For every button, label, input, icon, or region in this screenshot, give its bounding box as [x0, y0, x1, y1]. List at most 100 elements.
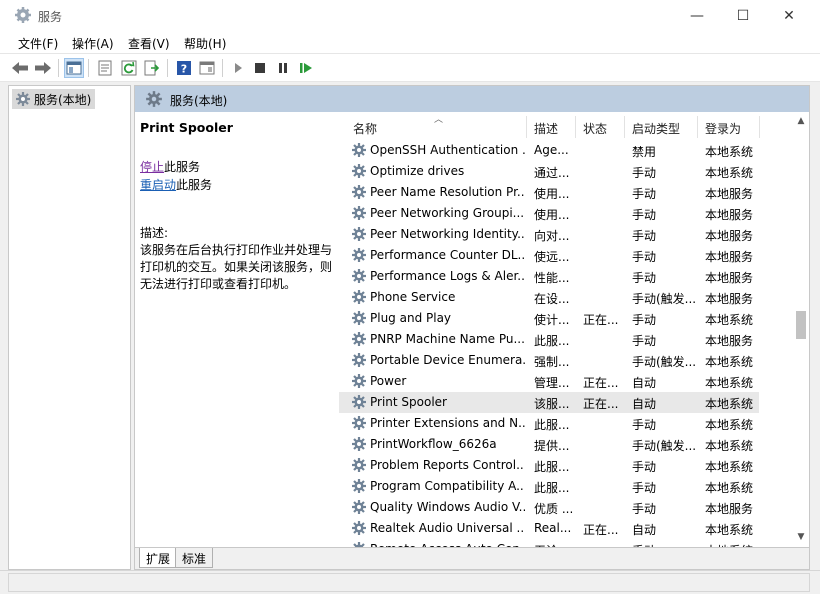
table-row[interactable]: Performance Logs & Aler... 性能... 手动 本地服务	[339, 266, 759, 287]
service-desc-cell: 优质 ...	[534, 502, 574, 516]
forward-arrow-icon[interactable]	[33, 58, 53, 78]
service-logon-cell: 本地系统	[705, 439, 754, 453]
restart-service-icon[interactable]	[296, 58, 316, 78]
export-list-icon[interactable]	[142, 58, 162, 78]
scroll-thumb[interactable]	[796, 311, 806, 339]
service-desc-cell: 在设...	[534, 292, 570, 306]
table-row[interactable]: Program Compatibility A... 此服... 手动 本地系统	[339, 476, 759, 497]
table-row[interactable]: Printer Extensions and N... 此服... 手动 本地系统	[339, 413, 759, 434]
column-header-startup[interactable]: 启动类型	[632, 120, 680, 137]
table-row[interactable]: Power 管理... 正在... 自动 本地系统	[339, 371, 759, 392]
service-gear-icon	[351, 478, 367, 494]
column-divider[interactable]	[526, 116, 527, 138]
scroll-down-icon[interactable]: ▼	[795, 531, 807, 543]
table-row[interactable]: Portable Device Enumera... 强制... 手动(触发... 本…	[339, 350, 759, 371]
table-row[interactable]: OpenSSH Authentication ... Age... 禁用 本地系统	[339, 140, 759, 161]
service-name-cell: Peer Name Resolution Pr...	[370, 185, 525, 199]
back-arrow-icon[interactable]	[10, 58, 30, 78]
table-row[interactable]: Optimize drives 通过... 手动 本地系统	[339, 161, 759, 182]
refresh-icon[interactable]	[119, 58, 139, 78]
service-logon-cell: 本地服务	[705, 250, 754, 264]
service-logon-cell: 本地系统	[705, 481, 754, 495]
maximize-button[interactable]: ☐	[720, 0, 766, 31]
service-desc-cell: 使用...	[534, 187, 570, 201]
service-desc-cell: 此服...	[534, 334, 570, 348]
tab-extended[interactable]: 扩展	[139, 548, 178, 568]
column-divider[interactable]	[624, 116, 625, 138]
service-logon-cell: 本地服务	[705, 292, 754, 306]
service-logon-cell: 本地系统	[705, 145, 754, 159]
pause-service-icon[interactable]	[273, 58, 293, 78]
close-button[interactable]: ✕	[766, 0, 812, 31]
service-startup-cell: 手动(触发...	[632, 439, 697, 453]
minimize-button[interactable]: —	[674, 0, 720, 31]
service-gear-icon	[351, 394, 367, 410]
service-startup-cell: 手动	[632, 334, 657, 348]
service-startup-cell: 手动(触发...	[632, 355, 697, 369]
column-divider[interactable]	[697, 116, 698, 138]
table-row[interactable]: Plug and Play 使计... 正在... 手动 本地系统	[339, 308, 759, 329]
sort-ascending-icon: ︿	[434, 115, 444, 125]
service-startup-cell: 手动	[632, 481, 657, 495]
table-row[interactable]: Performance Counter DL... 使远... 手动 本地服务	[339, 245, 759, 266]
column-header-name[interactable]: 名称	[353, 120, 377, 137]
service-desc-cell: 强制...	[534, 355, 570, 369]
column-header-logon[interactable]: 登录为	[705, 120, 741, 137]
table-row[interactable]: Peer Networking Identity... 向对... 手动 本地服务	[339, 224, 759, 245]
services-panel: 服务(本地) Print Spooler 停止此服务 重启动此服务 描述: 该服…	[134, 85, 810, 570]
scroll-up-icon[interactable]: ▲	[795, 115, 807, 127]
table-row[interactable]: Problem Reports Control... 此服... 手动 本地系统	[339, 455, 759, 476]
service-name-cell: Printer Extensions and N...	[370, 416, 525, 430]
service-desc-cell: 向对...	[534, 229, 570, 243]
stop-service-icon[interactable]	[250, 58, 270, 78]
service-startup-cell: 手动	[632, 313, 657, 327]
menu-help[interactable]: 帮助(H)	[184, 35, 226, 52]
column-divider[interactable]	[759, 116, 760, 138]
service-desc-cell: 该服...	[534, 397, 570, 411]
properties-icon[interactable]	[95, 58, 115, 78]
menu-view[interactable]: 查看(V)	[128, 35, 170, 52]
view-tabs: 扩展 标准	[135, 547, 809, 569]
service-logon-cell: 本地服务	[705, 271, 754, 285]
vertical-scrollbar[interactable]: ▲ ▼	[793, 112, 809, 547]
table-row[interactable]: Quality Windows Audio V... 优质 ... 手动 本地服务	[339, 497, 759, 518]
table-row[interactable]: Print Spooler 该服... 正在... 自动 本地系统	[339, 392, 759, 413]
service-startup-cell: 手动	[632, 187, 657, 201]
column-header-desc[interactable]: 描述	[534, 120, 558, 137]
show-hide-icon[interactable]	[197, 58, 217, 78]
services-gear-icon	[16, 92, 30, 106]
toolbar: ?	[0, 53, 820, 82]
service-name-cell: Performance Logs & Aler...	[370, 269, 525, 283]
menu-action[interactable]: 操作(A)	[72, 35, 114, 52]
service-gear-icon	[351, 268, 367, 284]
status-cell	[8, 573, 810, 592]
service-status-cell: 正在...	[583, 523, 619, 537]
restart-service-link[interactable]: 重启动	[140, 178, 176, 192]
menu-file[interactable]: 文件(F)	[18, 35, 58, 52]
table-row[interactable]: Peer Name Resolution Pr... 使用... 手动 本地服务	[339, 182, 759, 203]
service-logon-cell: 本地系统	[705, 313, 754, 327]
service-startup-cell: 手动	[632, 271, 657, 285]
toolbar-separator	[88, 59, 89, 77]
service-desc-cell: 通过...	[534, 166, 570, 180]
table-row[interactable]: Realtek Audio Universal ... Real... 正在... 自…	[339, 518, 759, 539]
table-row[interactable]: PNRP Machine Name Pu... 此服... 手动 本地服务	[339, 329, 759, 350]
table-row[interactable]: PrintWorkflow_6626a 提供... 手动(触发... 本地系统	[339, 434, 759, 455]
table-row[interactable]: Peer Networking Groupi... 使用... 手动 本地服务	[339, 203, 759, 224]
bottom-strip	[0, 594, 820, 600]
service-startup-cell: 手动	[632, 502, 657, 516]
service-startup-cell: 手动(触发...	[632, 292, 697, 306]
service-desc-cell: 此服...	[534, 481, 570, 495]
service-gear-icon	[351, 289, 367, 305]
help-icon[interactable]: ?	[174, 58, 194, 78]
tree-item-local-services[interactable]: 服务(本地)	[12, 89, 96, 109]
table-row[interactable]: Remote Access Auto Con...无论...手动本地系统	[339, 539, 759, 547]
console-tree-icon[interactable]	[64, 58, 84, 78]
column-header-status[interactable]: 状态	[583, 120, 607, 137]
service-gear-icon	[351, 436, 367, 452]
stop-service-link[interactable]: 停止	[140, 160, 164, 174]
table-row[interactable]: Phone Service 在设... 手动(触发... 本地服务	[339, 287, 759, 308]
tab-standard[interactable]: 标准	[175, 548, 214, 568]
column-divider[interactable]	[575, 116, 576, 138]
start-service-icon[interactable]	[228, 58, 248, 78]
